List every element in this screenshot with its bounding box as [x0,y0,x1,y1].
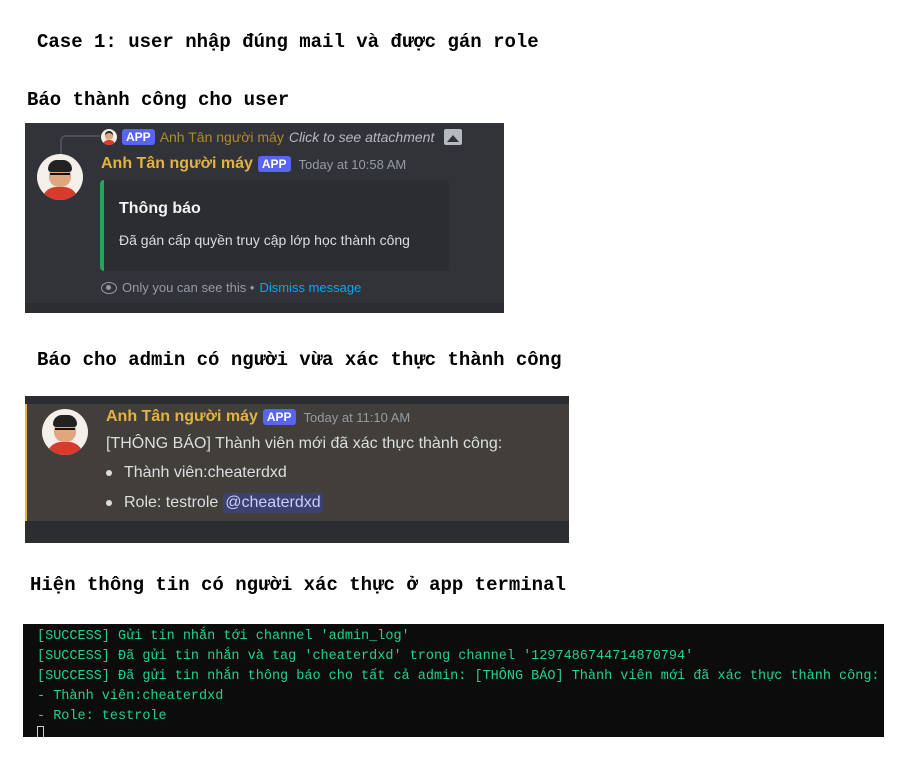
app-tag: APP [257,156,291,172]
terminal-line: [SUCCESS] Đã gửi tin nhắn và tag 'cheate… [37,649,694,664]
terminal-line: - Thành viên:cheaterdxd [37,689,224,704]
reply-connector [60,135,100,155]
message-header: Anh Tân người máy APP Today at 10:58 AM [101,155,406,173]
terminal-cursor [37,726,44,737]
ephemeral-note: Only you can see this • Dismiss message [101,280,361,295]
reply-username[interactable]: Anh Tân người máy [160,129,284,145]
embed-title: Thông báo [119,200,201,217]
image-icon [444,129,463,145]
reply-avatar [101,129,117,145]
username[interactable]: Anh Tân người máy [101,155,253,173]
user-mention[interactable]: @cheaterdxd [223,493,323,513]
avatar[interactable] [42,409,88,455]
message-header: Anh Tân người máy APP Today at 11:10 AM [106,408,410,426]
reply-attachment-text[interactable]: Click to see attachment [289,129,435,145]
bullet-member: Thành viên:cheaterdxd [106,464,287,482]
only-you-text: Only you can see this • [122,280,255,295]
user-notice-heading: Báo thành công cho user [27,89,290,111]
timestamp: Today at 10:58 AM [298,156,407,172]
role-text: Role: testrole [124,494,219,511]
bullet-dot [106,470,112,476]
member-text: Thành viên:cheaterdxd [124,464,287,481]
username[interactable]: Anh Tân người máy [106,408,258,426]
reply-preview[interactable]: APP Anh Tân người máy Click to see attac… [101,127,463,147]
user-success-discord-panel: APP Anh Tân người máy Click to see attac… [25,123,504,313]
terminal-line: [SUCCESS] Đã gửi tin nhắn thông báo cho … [37,669,880,684]
eye-icon [101,281,117,294]
timestamp: Today at 11:10 AM [303,409,411,425]
embed-description: Đã gán cấp quyền truy cập lớp học thành … [119,232,410,248]
case-heading: Case 1: user nhập đúng mail và được gán … [37,31,539,53]
terminal-window[interactable]: [SUCCESS] Gửi tin nhắn tới channel 'admi… [23,624,884,737]
bullet-role: Role: testrole @cheaterdxd [106,493,323,513]
reply-app-tag: APP [122,129,155,145]
dismiss-message-link[interactable]: Dismiss message [259,280,361,295]
terminal-line: - Role: testrole [37,709,167,724]
notice-line: [THÔNG BÁO] Thành viên mới đã xác thực t… [106,435,503,452]
app-tag: APP [262,409,296,425]
admin-notice-discord-panel: Anh Tân người máy APP Today at 11:10 AM … [25,396,569,543]
terminal-notice-heading: Hiện thông tin có người xác thực ở app t… [30,574,566,596]
bullet-dot [106,500,112,506]
notification-embed: Thông báo Đã gán cấp quyền truy cập lớp … [100,180,449,271]
terminal-line: [SUCCESS] Gửi tin nhắn tới channel 'admi… [37,629,410,644]
avatar[interactable] [37,154,83,200]
panel-bottom-strip [25,303,504,313]
admin-notice-heading: Báo cho admin có người vừa xác thực thàn… [37,349,562,371]
